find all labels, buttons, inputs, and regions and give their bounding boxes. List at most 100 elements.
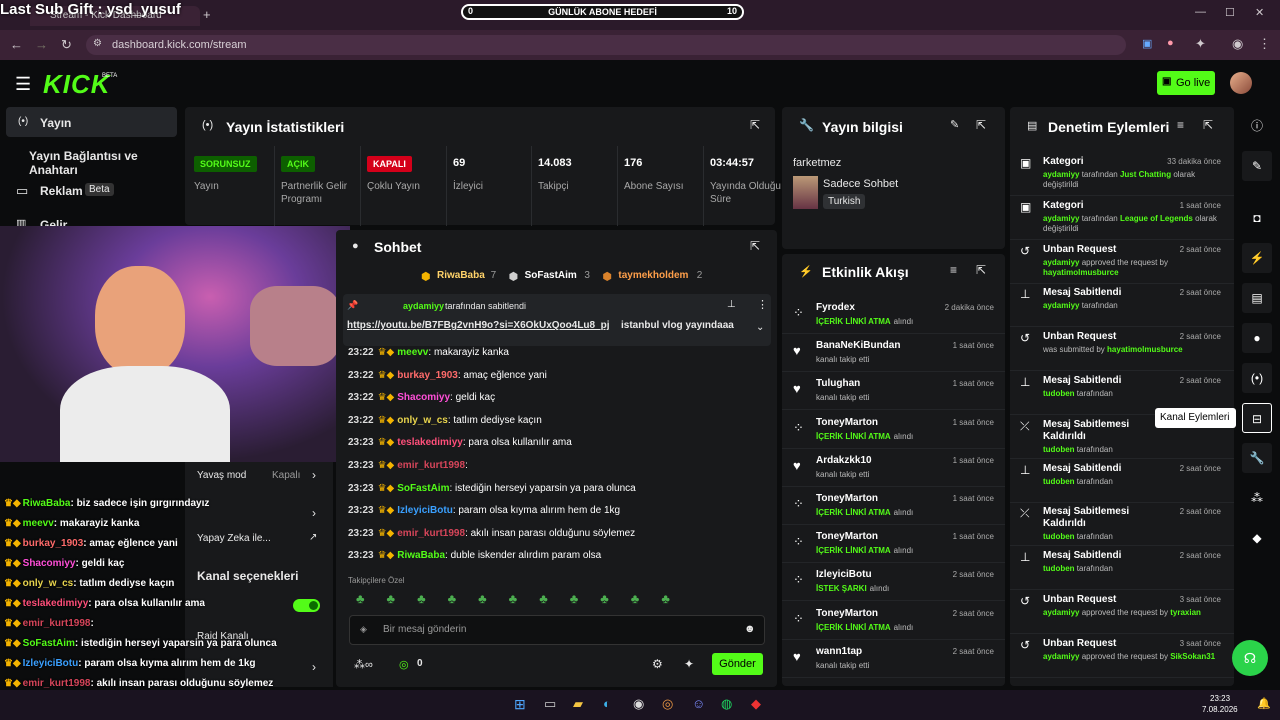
hamburger-menu-icon[interactable]: ☰ — [15, 74, 31, 95]
moderation-object[interactable]: Just Chatting — [1120, 170, 1171, 179]
mod-popout-icon[interactable]: ⇱ — [1203, 118, 1213, 132]
event-item[interactable]: ⁘ ToneyMarton 1 saat önce İÇERİK LİNKİ ATMA… — [782, 487, 1005, 525]
sidebar-item-reklam[interactable]: Reklam — [40, 184, 83, 198]
edge-icon[interactable]: ◐ — [603, 696, 611, 711]
app-icon[interactable]: ◆ — [751, 696, 761, 712]
sidebar-item-stream-key[interactable]: Yayın Bağlantısı ve Anahtarı — [29, 149, 185, 177]
event-item[interactable]: ♥ Ardakzkk10 1 saat önce kanalı takip etti — [782, 449, 1005, 487]
gift-tool-icon[interactable]: ◆ — [1242, 523, 1272, 553]
new-tab-icon[interactable]: + — [203, 7, 211, 22]
event-item[interactable]: ♥ Tulughan 1 saat önce kanalı takip etti — [782, 372, 1005, 411]
events-popout-icon[interactable]: ⇱ — [976, 263, 986, 277]
moderation-actor[interactable]: aydamiyy — [1043, 214, 1079, 223]
support-headset-icon[interactable]: ☊ — [1232, 640, 1268, 676]
event-user[interactable]: Tulughan — [816, 378, 860, 389]
event-user[interactable]: ToneyMarton — [816, 531, 878, 542]
clip-icon[interactable]: ◘ — [1242, 203, 1272, 233]
avatar[interactable] — [1230, 72, 1252, 94]
moderation-actor[interactable]: tudoben — [1043, 389, 1075, 398]
kick-logo[interactable]: KICK — [43, 69, 111, 100]
unpin-icon[interactable]: ⊥ — [727, 299, 736, 310]
moderation-object[interactable]: tyraxian — [1170, 608, 1201, 617]
message-user[interactable]: only_w_cs — [397, 415, 448, 426]
obs-icon[interactable]: ◉ — [633, 696, 644, 712]
message-user[interactable]: RiwaBaba — [397, 550, 445, 561]
minimize-icon[interactable]: — — [1195, 6, 1206, 18]
send-button[interactable]: Gönder — [712, 653, 763, 675]
moderation-actor[interactable]: aydamiyy — [1043, 652, 1079, 661]
chat-input[interactable]: ◈ Bir mesaj gönderin ☻ — [349, 615, 765, 645]
chat-popout-icon[interactable]: ⇱ — [750, 239, 760, 253]
event-user[interactable]: BanaNeKiBundan — [816, 340, 900, 351]
chrome-icon[interactable]: ◎ — [662, 696, 673, 712]
pinned-by-user[interactable]: aydamiyy — [403, 301, 444, 311]
emote-bar[interactable]: ♣♣♣♣♣♣♣♣♣♣♣ — [356, 591, 766, 609]
reload-icon[interactable]: ↻ — [61, 37, 72, 53]
moderation-object[interactable]: hayatimolmusburce — [1043, 268, 1119, 277]
mod-filter-icon[interactable]: ≡ — [1177, 118, 1184, 132]
pinned-link[interactable]: https://youtu.be/B7FBg2vnH9o?si=X6OkUxQo… — [347, 320, 610, 331]
event-item[interactable]: ⁘ ToneyMarton 1 saat önce İÇERİK LİNKİ ATMA… — [782, 411, 1005, 449]
moderation-object[interactable]: League of Legends — [1120, 214, 1193, 223]
message-user[interactable]: IzleyiciBotu — [397, 505, 453, 516]
event-item[interactable]: ♥ BanaNeKiBundan 1 saat önce kanalı takip e… — [782, 334, 1005, 373]
info-popout-icon[interactable]: ⇱ — [976, 118, 986, 132]
spotify-icon[interactable]: ◍ — [721, 696, 732, 712]
discord-icon[interactable]: ☺ — [692, 696, 705, 711]
message-user[interactable]: emir_kurt1998 — [397, 460, 465, 471]
moderation-actor[interactable]: tudoben — [1043, 532, 1075, 541]
edit-tool-icon[interactable]: ✎ — [1242, 151, 1272, 181]
message-user[interactable]: teslakedimiyy — [397, 437, 463, 448]
event-user[interactable]: Fyrodex — [816, 302, 855, 313]
broadcast-tool-icon[interactable]: (•) — [1242, 363, 1272, 393]
back-icon[interactable]: ← — [10, 37, 23, 52]
forward-icon[interactable]: → — [35, 37, 48, 52]
event-user[interactable]: ToneyMarton — [816, 417, 878, 428]
event-item[interactable]: ⁘ Fyrodex 2 dakika önce İÇERİK LİNKİ ATMA al… — [782, 296, 1005, 334]
log-tool-icon[interactable]: ▤ — [1242, 283, 1272, 313]
community-tool-icon[interactable]: ⁂ — [1242, 483, 1272, 513]
translate-icon[interactable]: ▣ — [1142, 37, 1152, 50]
profile-icon[interactable]: ◉ — [1232, 36, 1243, 52]
ai-gear-icon[interactable]: ✦ — [684, 657, 694, 671]
go-live-button[interactable]: ▣ Go live — [1157, 71, 1215, 95]
expand-chevron-icon[interactable]: ⌄ — [756, 322, 764, 333]
notification-icon[interactable]: 🔔 — [1257, 697, 1271, 710]
event-item[interactable]: ⁘ IzleyiciBotu 2 saat önce İSTEK ŞARKI alınd… — [782, 563, 1005, 602]
moderation-actor[interactable]: aydamiyy — [1043, 608, 1079, 617]
event-item[interactable]: ⁘ ToneyMarton 2 saat önce İÇERİK LİNKİ ATMA… — [782, 602, 1005, 640]
moderation-actor[interactable]: aydamiyy — [1043, 258, 1079, 267]
event-item[interactable]: ♥ wann1tap 2 saat önce kanalı takip etti — [782, 640, 1005, 678]
community-icon[interactable]: ⁂∞ — [354, 658, 373, 671]
site-info-icon[interactable]: ⚙ — [93, 38, 102, 49]
more-options-icon[interactable]: ⋮ — [757, 298, 768, 311]
event-user[interactable]: wann1tap — [816, 646, 862, 657]
lightning-tool-icon[interactable]: ⚡ — [1242, 243, 1272, 273]
message-user[interactable]: meevv — [397, 347, 428, 358]
moderation-actor[interactable]: tudoben — [1043, 564, 1075, 573]
gifter-name[interactable]: RiwaBaba — [437, 270, 485, 281]
chat-tool-icon[interactable]: ● — [1242, 323, 1272, 353]
gifter-name[interactable]: taymekholdem — [618, 270, 688, 281]
event-user[interactable]: ToneyMarton — [816, 608, 878, 619]
url-field[interactable]: dashboard.kick.com/stream — [86, 35, 1126, 55]
filter-icon[interactable]: ≡ — [950, 263, 957, 277]
sidebar-item-yayin[interactable]: (•) Yayın — [6, 107, 177, 137]
moderation-object[interactable]: SikSokan31 — [1170, 652, 1215, 661]
moderation-object[interactable]: hayatimolmusburce — [1107, 345, 1183, 354]
emoji-icon[interactable]: ☻ — [744, 623, 756, 635]
settings-gear-icon[interactable]: ⚙ — [652, 657, 663, 671]
message-user[interactable]: SoFastAim — [397, 483, 449, 494]
file-explorer-icon[interactable]: ▰ — [573, 696, 583, 712]
task-view-icon[interactable]: ▭ — [544, 696, 556, 712]
event-user[interactable]: Ardakzkk10 — [816, 455, 872, 466]
edit-pencil-icon[interactable]: ✎ — [950, 118, 959, 131]
event-user[interactable]: IzleyiciBotu — [816, 569, 872, 580]
moderation-actor[interactable]: aydamiyy — [1043, 170, 1079, 179]
event-user[interactable]: ToneyMarton — [816, 493, 878, 504]
info-icon[interactable]: ⓘ — [1242, 111, 1272, 141]
wrench-tool-icon[interactable]: 🔧 — [1242, 443, 1272, 473]
message-user[interactable]: Shacomiyy — [397, 392, 450, 403]
extension-icon[interactable]: ● — [1167, 37, 1174, 49]
moderation-actor[interactable]: aydamiyy — [1043, 301, 1079, 310]
